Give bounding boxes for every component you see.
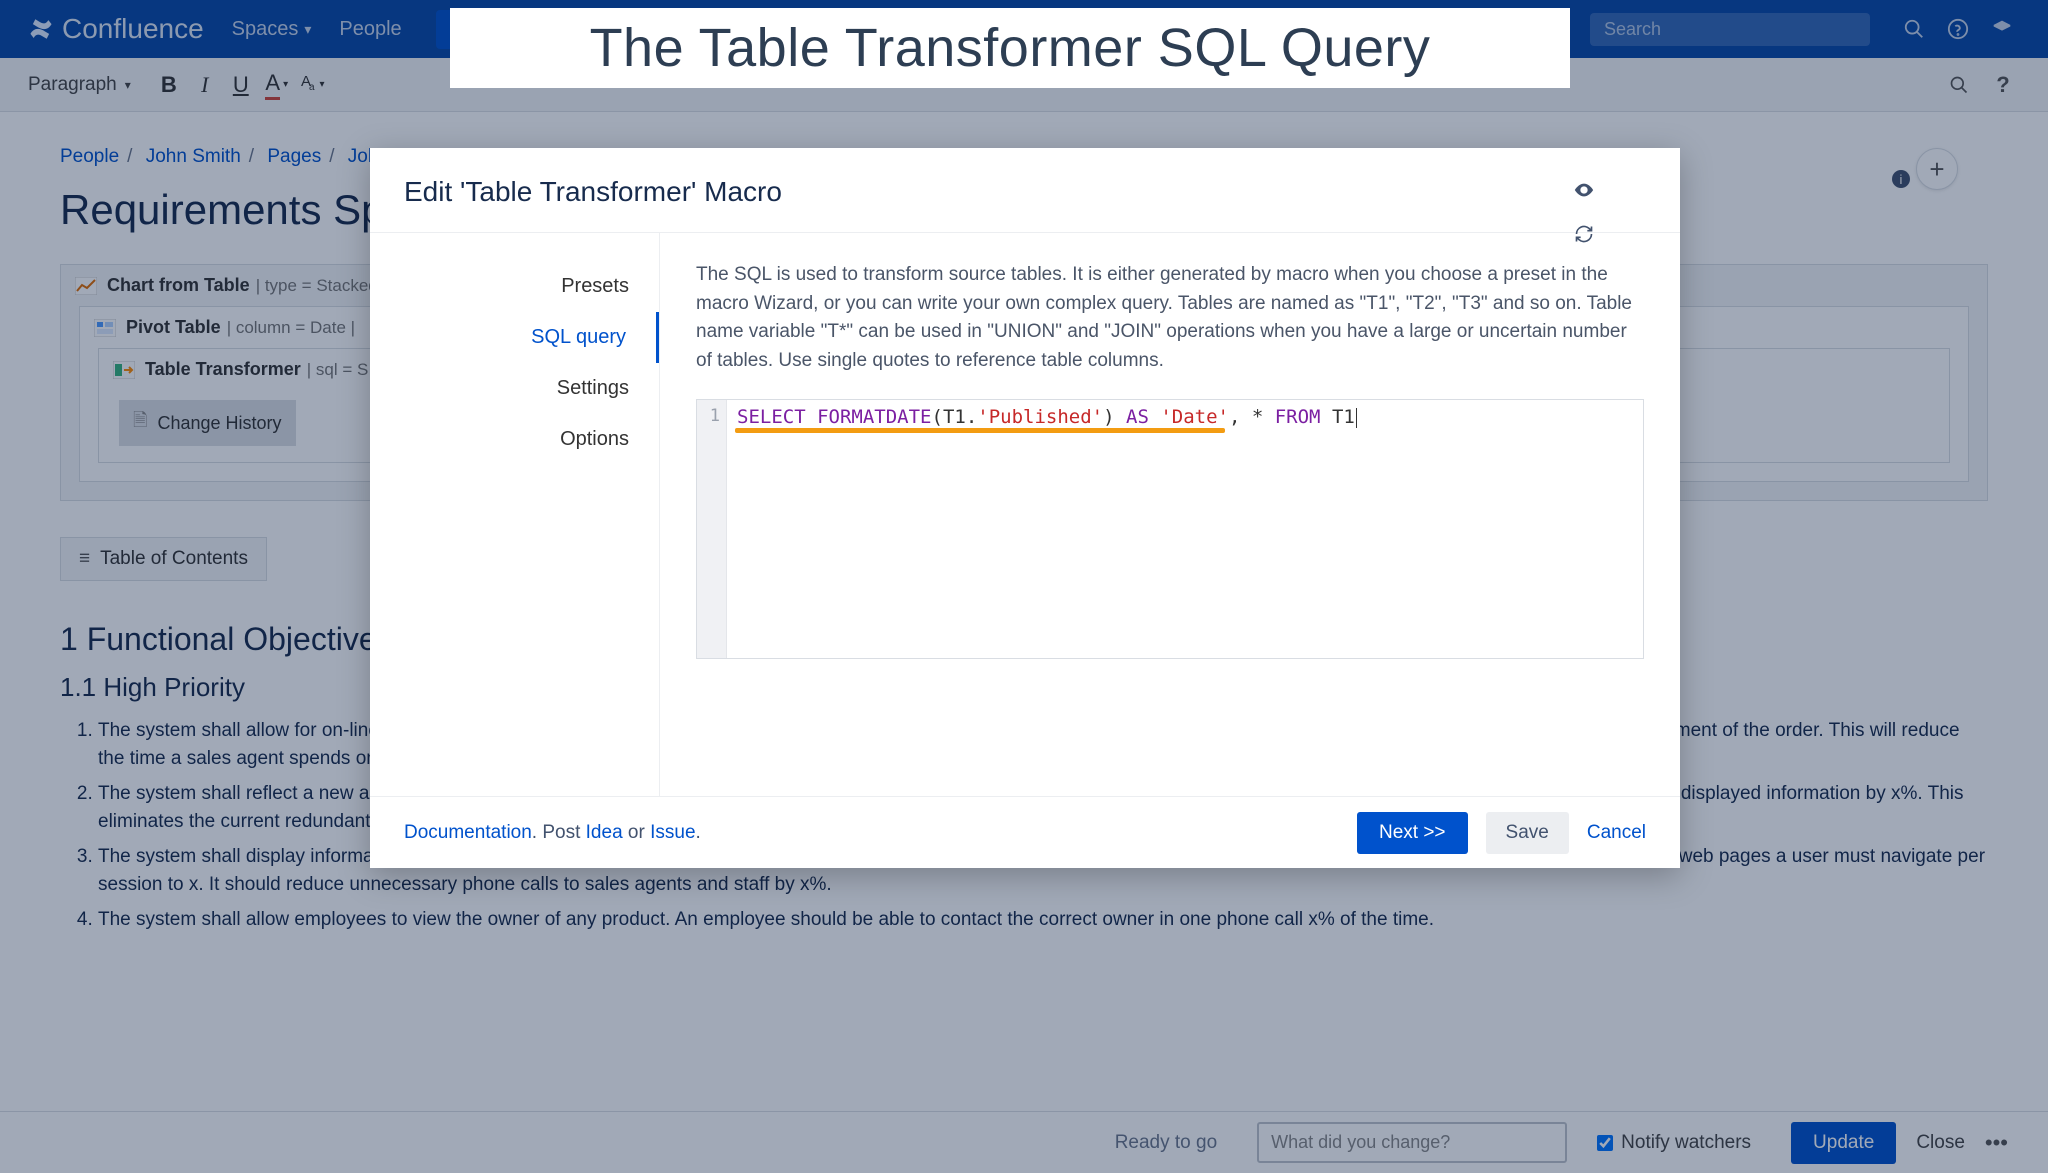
modal-main: The SQL is used to transform source tabl… [660,233,1680,796]
slide-title-overlay: The Table Transformer SQL Query [450,8,1570,88]
tab-presets[interactable]: Presets [370,261,659,312]
modal-title: Edit 'Table Transformer' Macro [370,148,1680,232]
next-button[interactable]: Next >> [1357,812,1468,854]
issue-link[interactable]: Issue [650,822,695,843]
line-gutter: 1 [697,400,727,658]
documentation-link[interactable]: Documentation [404,822,532,843]
tab-options[interactable]: Options [370,414,659,465]
modal-sidebar: Presets SQL query Settings Options [370,233,660,796]
preview-icon[interactable] [1572,178,1596,202]
tab-sql-query[interactable]: SQL query [370,312,659,363]
highlight-underline [735,428,1225,433]
save-button[interactable]: Save [1486,812,1569,854]
tab-settings[interactable]: Settings [370,363,659,414]
cancel-button[interactable]: Cancel [1587,822,1646,844]
idea-link[interactable]: Idea [586,822,623,843]
text-cursor [1356,408,1357,428]
sql-help-text: The SQL is used to transform source tabl… [696,261,1644,375]
modal-body: Presets SQL query Settings Options The S… [370,232,1680,796]
line-number: 1 [697,406,726,426]
modal-footer-links: Documentation. Post Idea or Issue. [404,822,701,844]
refresh-icon[interactable] [1572,222,1596,246]
modal-footer: Documentation. Post Idea or Issue. Next … [370,796,1680,868]
sql-editor[interactable]: 1 SELECT FORMATDATE(T1.'Published') AS '… [696,399,1644,659]
edit-macro-modal: Edit 'Table Transformer' Macro Presets S… [370,148,1680,868]
sql-code[interactable]: SELECT FORMATDATE(T1.'Published') AS 'Da… [727,400,1643,658]
